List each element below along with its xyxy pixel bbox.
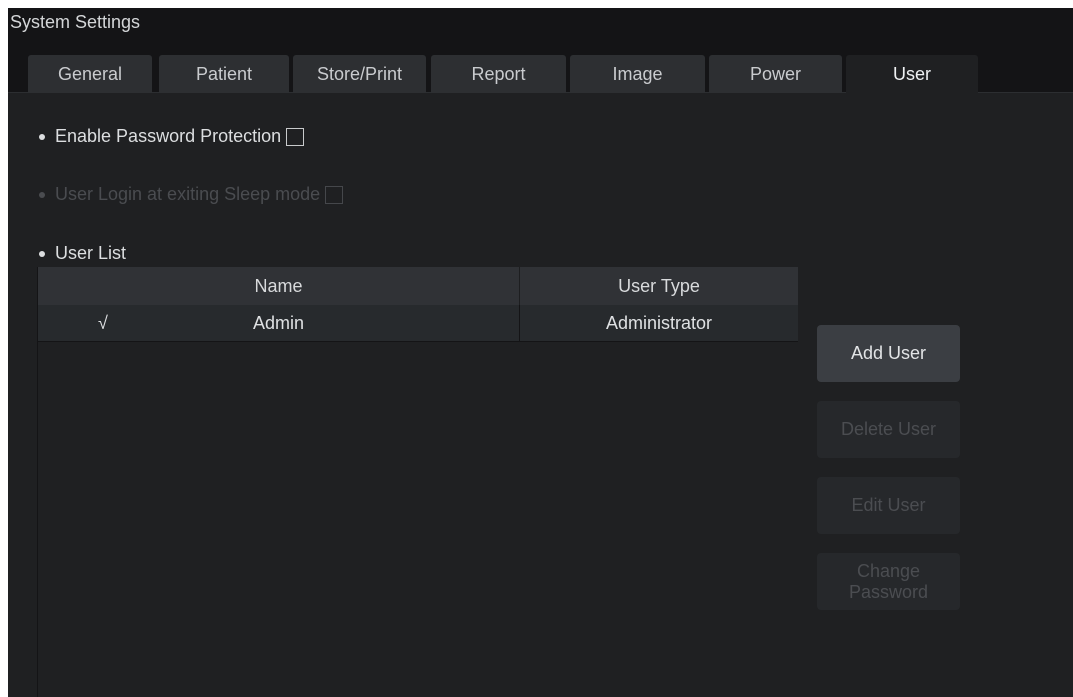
- edit-user-button[interactable]: Edit User: [817, 477, 960, 534]
- sleep-login-label: User Login at exiting Sleep mode: [55, 184, 321, 204]
- table-row[interactable]: √ Admin Administrator: [38, 305, 798, 342]
- selected-check-icon: √: [98, 313, 108, 333]
- user-list-label: User List: [55, 243, 127, 263]
- tab-power[interactable]: Power: [709, 55, 842, 93]
- bullet-dot: [39, 250, 45, 257]
- title-bar: System Settings: [8, 8, 1073, 55]
- tab-patient[interactable]: Patient: [159, 55, 289, 93]
- password-protection-checkbox[interactable]: [286, 127, 305, 146]
- change-password-button[interactable]: Change Password: [817, 553, 960, 610]
- user-list-heading: User List: [39, 243, 126, 264]
- settings-tab-bar: General Patient Store/Print Report Image…: [8, 55, 1073, 94]
- cell-name: √ Admin: [38, 305, 520, 342]
- sleep-login-checkbox: [325, 185, 344, 204]
- delete-user-button[interactable]: Delete User: [817, 401, 960, 458]
- column-header-name[interactable]: Name: [38, 267, 520, 305]
- user-list-table: Name User Type √ Admin Administrator: [37, 267, 798, 697]
- password-protection-label: Enable Password Protection: [55, 126, 282, 146]
- system-settings-window: System Settings General Patient Store/Pr…: [8, 8, 1073, 697]
- user-name: Admin: [252, 313, 305, 333]
- sleep-login-option: User Login at exiting Sleep mode: [39, 184, 344, 205]
- window-title: System Settings: [10, 12, 141, 32]
- tab-image[interactable]: Image: [570, 55, 705, 93]
- table-header: Name User Type: [38, 267, 798, 305]
- tab-store-print[interactable]: Store/Print: [293, 55, 426, 93]
- bullet-dot: [39, 133, 45, 140]
- password-protection-option: Enable Password Protection: [39, 126, 305, 147]
- column-header-user-type[interactable]: User Type: [520, 267, 798, 305]
- tab-user[interactable]: User: [846, 55, 978, 94]
- add-user-button[interactable]: Add User: [817, 325, 960, 382]
- tab-general[interactable]: General: [28, 55, 152, 93]
- bullet-dot: [39, 191, 45, 198]
- cell-user-type: Administrator: [605, 313, 713, 333]
- tab-report[interactable]: Report: [431, 55, 566, 93]
